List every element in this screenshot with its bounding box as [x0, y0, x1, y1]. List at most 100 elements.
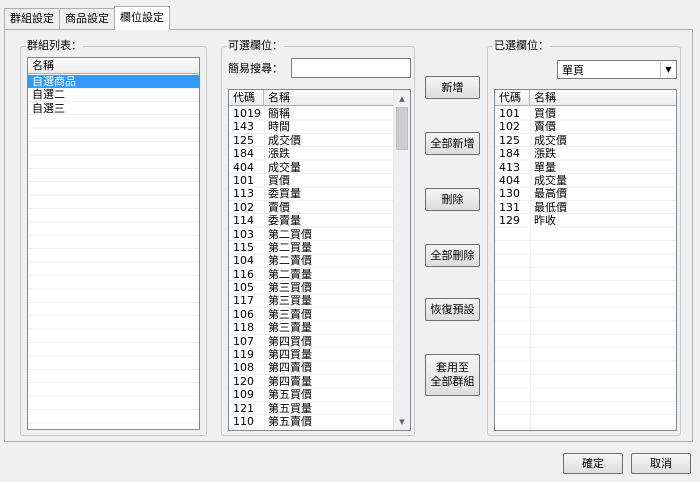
selected-rows: 101 買價 102 賣價 125 成交價 184 漲跌 413 單量 404 成交量 130 最高價 13… — [495, 107, 676, 228]
cancel-button[interactable]: 取消 — [631, 453, 691, 474]
search-input[interactable] — [291, 58, 411, 78]
page-mode-combo[interactable]: 單頁 ▼ — [557, 60, 677, 79]
table-row[interactable]: 125 成交價 — [229, 134, 393, 147]
cell-code: 103 — [233, 227, 254, 241]
cell-name: 時間 — [268, 120, 290, 134]
table-row[interactable]: 116 第二賣量 — [229, 268, 393, 281]
restore-default-button[interactable]: 恢復預設 — [425, 298, 480, 321]
column-header-code[interactable]: 代碼 — [229, 90, 264, 106]
table-row[interactable]: 184 漲跌 — [495, 147, 676, 160]
table-row[interactable]: 117 第三買量 — [229, 294, 393, 307]
table-row[interactable]: 131 最低價 — [495, 201, 676, 214]
table-row[interactable]: 121 第五買量 — [229, 402, 393, 415]
table-row[interactable]: 404 成交量 — [495, 174, 676, 187]
cell-name: 漲跌 — [268, 147, 290, 161]
cell-code: 113 — [233, 187, 254, 201]
table-row[interactable]: 101 買價 — [495, 107, 676, 120]
table-row[interactable]: 115 第二買量 — [229, 241, 393, 254]
available-fields-header: 代碼 名稱 — [229, 90, 395, 106]
cell-code: 102 — [499, 120, 520, 134]
table-row[interactable]: 110 第五賣價 — [229, 415, 393, 428]
remove-all-button[interactable]: 全部刪除 — [425, 244, 480, 267]
cell-code: 125 — [233, 133, 254, 147]
table-row[interactable]: 105 第三買價 — [229, 281, 393, 294]
selected-fields-list[interactable]: 代碼 名稱 101 買價 102 賣價 125 成交價 184 漲跌 413 單量 404 成交量 13… — [494, 89, 677, 431]
selected-fields-title: 已選欄位： — [493, 39, 550, 53]
remove-button[interactable]: 刪除 — [425, 188, 480, 211]
tab-strip: 群組設定 商品設定 欄位設定 — [4, 6, 170, 30]
tab-product-settings[interactable]: 商品設定 — [59, 8, 115, 30]
table-row[interactable]: 108 第四賣價 — [229, 361, 393, 374]
add-button[interactable]: 新增 — [425, 76, 480, 99]
apply-all-line1: 套用至 — [436, 361, 469, 374]
column-header-name[interactable]: 名稱 — [28, 58, 199, 74]
table-row[interactable]: 120 第四賣量 — [229, 375, 393, 388]
cell-name: 第四買量 — [268, 348, 312, 362]
table-row[interactable]: 118 第三賣量 — [229, 321, 393, 334]
cell-name: 買價 — [534, 107, 556, 120]
table-row[interactable]: 130 最高價 — [495, 187, 676, 200]
cell-name: 第三賣價 — [268, 307, 312, 321]
cell-name: 成交價 — [268, 133, 301, 147]
cell-code: 106 — [233, 307, 254, 321]
cell-code: 110 — [233, 414, 254, 428]
table-row[interactable]: 106 第三賣價 — [229, 308, 393, 321]
table-row[interactable]: 143 時間 — [229, 120, 393, 133]
table-row[interactable]: 107 第四買價 — [229, 335, 393, 348]
cell-code: 104 — [233, 254, 254, 268]
tab-group-settings[interactable]: 群組設定 — [4, 8, 60, 30]
cell-name: 成交量 — [268, 160, 301, 174]
table-row[interactable]: 113 委買量 — [229, 187, 393, 200]
column-header-name[interactable]: 名稱 — [264, 90, 395, 106]
cell-name: 第二賣價 — [268, 254, 312, 268]
cell-name: 第五賣價 — [268, 414, 312, 428]
table-row[interactable]: 1019 簡稱 — [229, 107, 393, 120]
table-row[interactable]: 413 單量 — [495, 161, 676, 174]
cell-name: 最高價 — [534, 187, 567, 201]
add-all-button[interactable]: 全部新增 — [425, 132, 480, 155]
table-row[interactable]: 102 賣價 — [229, 201, 393, 214]
cell-name: 最低價 — [534, 200, 567, 214]
table-row[interactable]: 114 委賣量 — [229, 214, 393, 227]
table-row[interactable]: 102 賣價 — [495, 120, 676, 133]
scroll-thumb[interactable] — [396, 107, 408, 150]
available-fields-title: 可選欄位： — [227, 39, 284, 53]
cell-code: 413 — [499, 160, 520, 174]
list-item[interactable]: 自選三 — [28, 102, 199, 115]
cell-name: 漲跌 — [534, 147, 556, 161]
table-row[interactable]: 103 第二買價 — [229, 228, 393, 241]
table-row[interactable]: 184 漲跌 — [229, 147, 393, 160]
table-row[interactable]: 101 買價 — [229, 174, 393, 187]
cell-code: 107 — [233, 334, 254, 348]
cell-code: 102 — [233, 200, 254, 214]
cell-code: 105 — [233, 281, 254, 295]
vertical-scrollbar[interactable]: ▲ ▼ — [393, 90, 410, 430]
table-row[interactable]: 104 第二賣價 — [229, 254, 393, 267]
table-row[interactable]: 125 成交價 — [495, 134, 676, 147]
table-row[interactable]: 119 第四買量 — [229, 348, 393, 361]
cell-code: 184 — [499, 147, 520, 161]
apply-all-groups-button[interactable]: 套用至 全部群組 — [425, 354, 480, 396]
cell-code: 101 — [499, 107, 520, 120]
group-rows: 自選商品 自選二 自選三 — [28, 75, 199, 115]
cell-name: 第五買量 — [268, 401, 312, 415]
list-item[interactable]: 自選商品 — [28, 75, 199, 89]
cell-code: 118 — [233, 321, 254, 335]
scroll-up-arrow-icon[interactable]: ▲ — [394, 90, 410, 107]
scroll-down-arrow-icon[interactable]: ▼ — [394, 413, 410, 430]
column-header-code[interactable]: 代碼 — [495, 90, 530, 106]
chevron-down-icon[interactable]: ▼ — [660, 61, 676, 78]
tab-field-settings[interactable]: 欄位設定 — [114, 6, 170, 30]
column-header-name[interactable]: 名稱 — [530, 90, 676, 106]
group-list[interactable]: 名稱 自選商品 自選二 自選三 — [27, 57, 200, 430]
list-item[interactable]: 自選二 — [28, 88, 199, 101]
cell-code: 109 — [233, 388, 254, 402]
table-row[interactable]: 129 昨收 — [495, 214, 676, 227]
cell-name: 第二賣量 — [268, 267, 312, 281]
table-row[interactable]: 109 第五買價 — [229, 388, 393, 401]
cell-code: 117 — [233, 294, 254, 308]
table-row[interactable]: 404 成交量 — [229, 161, 393, 174]
cell-code: 108 — [233, 361, 254, 375]
ok-button[interactable]: 確定 — [563, 453, 623, 474]
available-fields-list[interactable]: 代碼 名稱 1019 簡稱 143 時間 125 成交價 184 漲跌 404 成交量 101 買價 1… — [228, 89, 411, 431]
